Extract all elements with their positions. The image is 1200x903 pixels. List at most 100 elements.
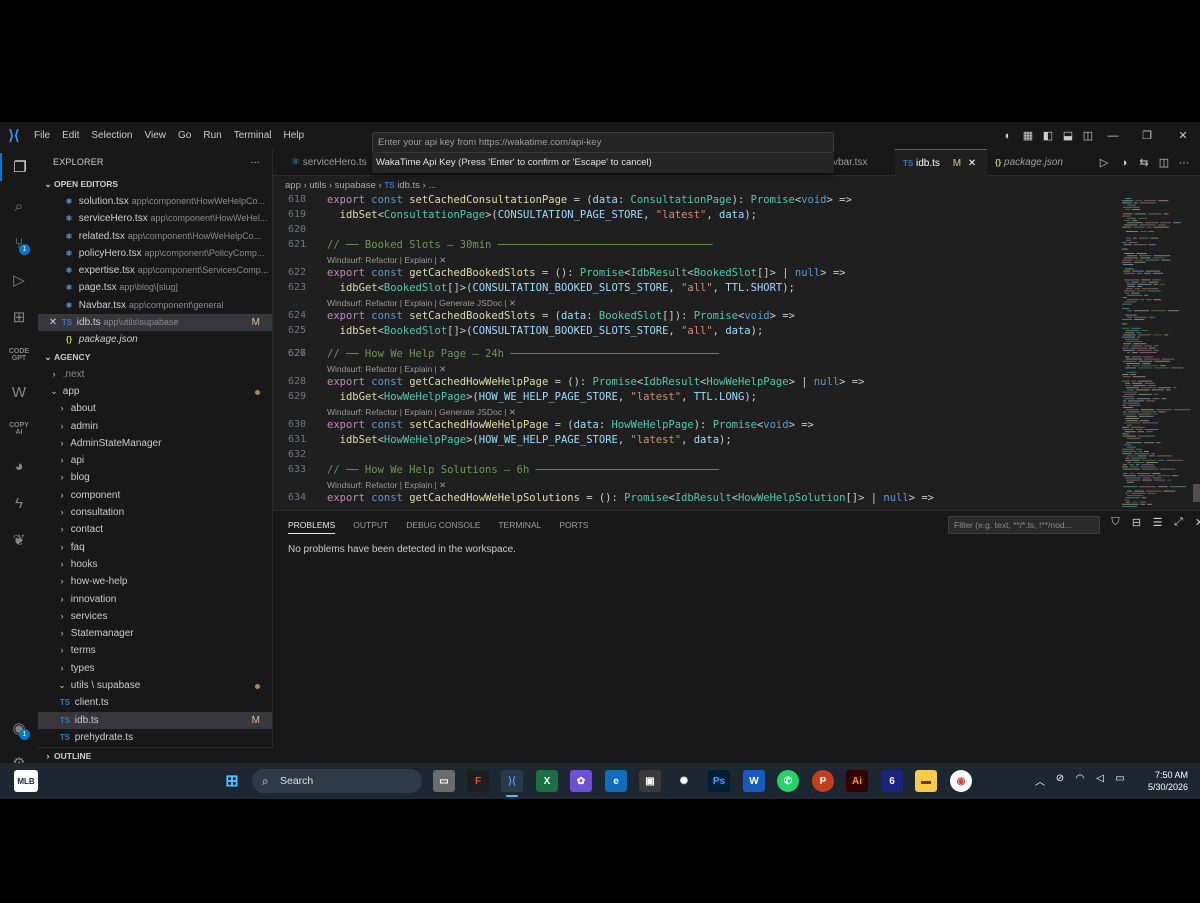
tab-terminal[interactable]: TERMINAL xyxy=(498,511,541,539)
more-actions-icon[interactable]: ··· xyxy=(250,149,260,176)
windsurf-codelens[interactable]: Windsurf: Refactor | Explain | ✕ xyxy=(327,255,446,266)
powerpoint-icon[interactable]: P xyxy=(812,770,834,792)
tree-folder[interactable]: › api xyxy=(38,452,272,469)
collapse-all-icon[interactable]: ⊟ xyxy=(1126,516,1147,529)
tree-folder[interactable]: › blog xyxy=(38,469,272,486)
tree-folder[interactable]: › services xyxy=(38,608,272,625)
minimap[interactable] xyxy=(1120,194,1200,510)
tree-folder[interactable]: › faq xyxy=(38,539,272,556)
open-editors-header[interactable]: ⌄ OPEN EDITORS xyxy=(38,176,272,193)
open-editor-item[interactable]: ⚛ serviceHero.tsx app\component\HowWeHel… xyxy=(38,210,272,227)
figma-icon[interactable]: F xyxy=(467,770,489,792)
menu-terminal[interactable]: Terminal xyxy=(228,122,278,149)
toggle-sidebar-icon[interactable]: ◧ xyxy=(1038,129,1058,142)
open-editor-item[interactable]: ⚛ Navbar.tsx app\component\general xyxy=(38,297,272,314)
windows-start-icon[interactable]: ⊞ xyxy=(221,770,243,792)
more-actions-icon[interactable]: ··· xyxy=(1174,157,1194,169)
tab-idb-ts[interactable]: TS idb.ts M ✕ xyxy=(895,149,987,176)
copy-ai-icon[interactable]: COPY AI xyxy=(0,415,38,443)
close-panel-icon[interactable]: ✕ xyxy=(1189,516,1200,529)
menu-selection[interactable]: Selection xyxy=(85,122,138,149)
tree-folder[interactable]: › component xyxy=(38,487,272,504)
account-icon[interactable]: ◉ 1 xyxy=(0,714,38,742)
show-hidden-icons-icon[interactable]: ︿ xyxy=(1030,773,1050,788)
tree-file[interactable]: TS prehydrate.ts xyxy=(38,729,272,746)
problems-filter-input[interactable]: Filter (e.g. text, **/*.ts, !**/nod... xyxy=(948,516,1100,534)
menu-file[interactable]: File xyxy=(28,122,56,149)
tree-folder[interactable]: › about xyxy=(38,400,272,417)
excel-icon[interactable]: X xyxy=(536,770,558,792)
breadcrumb-item[interactable]: app xyxy=(285,180,301,191)
remote-explorer-icon[interactable]: ◕ xyxy=(0,452,38,480)
breadcrumb-item[interactable]: idb.ts xyxy=(397,180,420,191)
customize-layout-icon[interactable]: ▦ xyxy=(1018,129,1038,142)
tree-folder[interactable]: › consultation xyxy=(38,504,272,521)
tab-ports[interactable]: PORTS xyxy=(559,511,588,539)
compare-icon[interactable]: ◑ xyxy=(1114,157,1134,169)
open-editor-item[interactable]: ⚛ policyHero.tsx app\component\PolicyCom… xyxy=(38,245,272,262)
open-editor-item[interactable]: ⚛ related.tsx app\component\HowWeHelpCo.… xyxy=(38,228,272,245)
project-header[interactable]: ⌄ AGENCY xyxy=(38,349,272,366)
command-palette-input[interactable]: Enter your api key from https://wakatime… xyxy=(372,132,834,153)
volume-icon[interactable]: ◁ xyxy=(1090,773,1110,788)
breadcrumb-item[interactable]: utils xyxy=(309,180,326,191)
search-icon[interactable]: ⌕ xyxy=(0,192,38,220)
open-editor-item-active[interactable]: ✕ TS idb.ts app\utils\supabase M xyxy=(38,314,272,332)
tab-navbar[interactable]: vbar.tsx xyxy=(833,149,867,176)
mongodb-icon[interactable]: ❦ xyxy=(0,526,38,554)
restore-icon[interactable]: ❐ xyxy=(1128,129,1166,142)
tab-package-json[interactable]: {} package.json xyxy=(995,149,1063,176)
taskbar-search[interactable]: ⌕ Search xyxy=(252,769,422,793)
store-icon[interactable]: ▣ xyxy=(639,770,661,792)
explorer-icon[interactable]: ❐ xyxy=(0,153,38,181)
open-editor-item[interactable]: ⚛ solution.tsx app\component\HowWeHelpCo… xyxy=(38,193,272,210)
photoshop-icon[interactable]: Ps xyxy=(708,770,730,792)
tab-output[interactable]: OUTPUT xyxy=(353,511,388,539)
minimize-icon[interactable]: — xyxy=(1098,130,1128,142)
menu-edit[interactable]: Edit xyxy=(56,122,85,149)
chatgpt-icon[interactable]: ✺ xyxy=(673,770,695,792)
thunder-client-icon[interactable]: ϟ xyxy=(0,489,38,517)
windsurf-codelens[interactable]: Windsurf: Refactor | Explain | Generate … xyxy=(327,298,516,309)
codegpt-icon[interactable]: CODE GPT xyxy=(0,341,38,369)
open-editor-item[interactable]: ⚛ expertise.tsx app\component\ServicesCo… xyxy=(38,262,272,279)
tree-folder[interactable]: › hooks xyxy=(38,556,272,573)
source-control-icon[interactable]: ⑂ 1 xyxy=(0,229,38,257)
windsurf-codelens[interactable]: Windsurf: Refactor | Explain | ✕ xyxy=(327,364,446,375)
chrome-icon[interactable]: ◉ xyxy=(950,770,972,792)
windsurf-codelens[interactable]: Windsurf: Refactor | Explain | Generate … xyxy=(327,407,516,418)
close-window-icon[interactable]: ✕ xyxy=(1166,129,1200,142)
menu-go[interactable]: Go xyxy=(172,122,197,149)
tab-servicehero[interactable]: ⚛ serviceHero.ts xyxy=(291,149,367,176)
tree-folder[interactable]: ⌄ utils \ supabase xyxy=(38,677,272,694)
toggle-panel-icon[interactable]: ⬓ xyxy=(1058,129,1078,142)
run-icon[interactable]: ▷ xyxy=(1094,156,1114,169)
close-icon[interactable]: ✕ xyxy=(968,158,976,169)
open-changes-icon[interactable]: ⇆ xyxy=(1134,156,1154,169)
copilot-app-icon[interactable]: ✿ xyxy=(570,770,592,792)
open-editor-item[interactable]: {} package.json xyxy=(38,331,272,348)
tab-problems[interactable]: PROBLEMS xyxy=(288,517,336,534)
tree-folder[interactable]: › contact xyxy=(38,521,272,538)
menu-view[interactable]: View xyxy=(139,122,173,149)
filter-icon[interactable]: ⛉ xyxy=(1105,516,1126,529)
tree-folder[interactable]: › how-we-help xyxy=(38,573,272,590)
task-view-icon[interactable]: ▭ xyxy=(433,770,455,792)
scrollbar-thumb[interactable] xyxy=(1193,484,1200,502)
code-editor[interactable]: 618 export const setCachedConsultationPa… xyxy=(273,194,1113,510)
tree-folder[interactable]: › AdminStateManager xyxy=(38,435,272,452)
split-editor-icon[interactable]: ◫ xyxy=(1154,156,1174,169)
file-explorer-icon[interactable]: ▬ xyxy=(915,770,937,792)
outline-header[interactable]: › OUTLINE xyxy=(38,747,273,764)
extensions-icon[interactable]: ⊞ xyxy=(0,303,38,331)
menu-help[interactable]: Help xyxy=(278,122,311,149)
copilot-icon[interactable]: ◐ xyxy=(998,130,1018,142)
illustrator-icon[interactable]: Ai xyxy=(846,770,868,792)
close-icon[interactable]: ✕ xyxy=(46,314,60,331)
tree-folder[interactable]: › types xyxy=(38,660,272,677)
tree-file-selected[interactable]: TS idb.ts M xyxy=(38,711,272,729)
tree-folder[interactable]: › .next xyxy=(38,366,272,383)
breadcrumb-item[interactable]: supabase xyxy=(335,180,376,191)
breadcrumb-item[interactable]: ... xyxy=(428,180,436,191)
tree-folder[interactable]: › terms xyxy=(38,642,272,659)
